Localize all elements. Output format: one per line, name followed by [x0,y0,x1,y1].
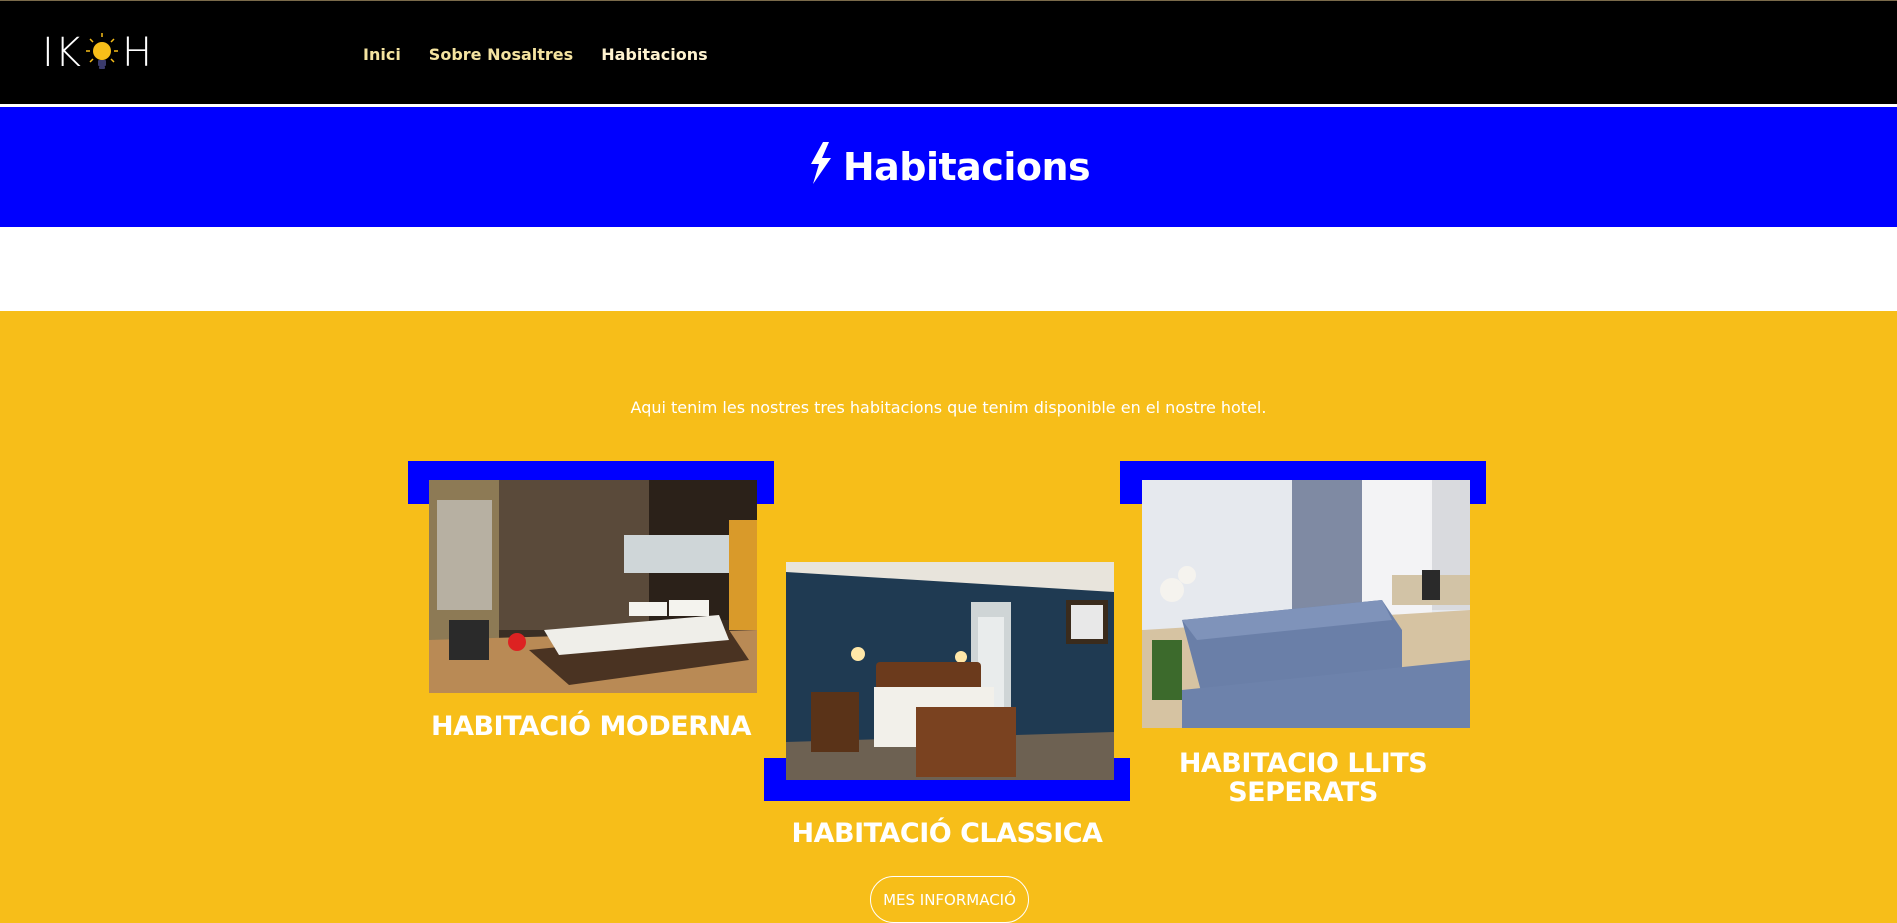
lightning-icon [807,141,833,193]
nav-item-sobre-nosaltres[interactable]: Sobre Nosaltres [429,45,573,64]
page-title-text: Habitacions [842,145,1091,189]
room-title-llits-seperats: HABITACIO LLITS SEPERATS [1178,748,1428,808]
logo[interactable]: IK H [42,30,154,76]
nav-item-inici[interactable]: Inici [363,45,401,64]
room-title-classica: HABITACIÓ CLASSICA [791,818,1103,849]
room-photo-classica[interactable] [786,562,1114,780]
room-photo-moderna[interactable] [429,480,757,693]
logo-text-left: IK [42,30,83,76]
room-photo-llits-seperats[interactable] [1142,480,1470,728]
room-title-moderna: HABITACIÓ MODERNA [430,711,752,742]
nav-item-habitacions[interactable]: Habitacions [601,45,707,64]
site-header: IK H Inici Sobre Nosaltres Habitacions [0,0,1897,104]
more-info-button[interactable]: MES INFORMACIÓ [870,876,1029,923]
intro-text: Aqui tenim les nostres tres habitacions … [630,398,1267,417]
logo-text-right: H [122,30,154,76]
page-title: Habitacions [807,141,1091,193]
hero-banner: Habitacions [0,107,1897,227]
lightbulb-icon [84,31,120,75]
spacer-band [0,227,1897,311]
main-nav: Inici Sobre Nosaltres Habitacions [363,45,708,64]
